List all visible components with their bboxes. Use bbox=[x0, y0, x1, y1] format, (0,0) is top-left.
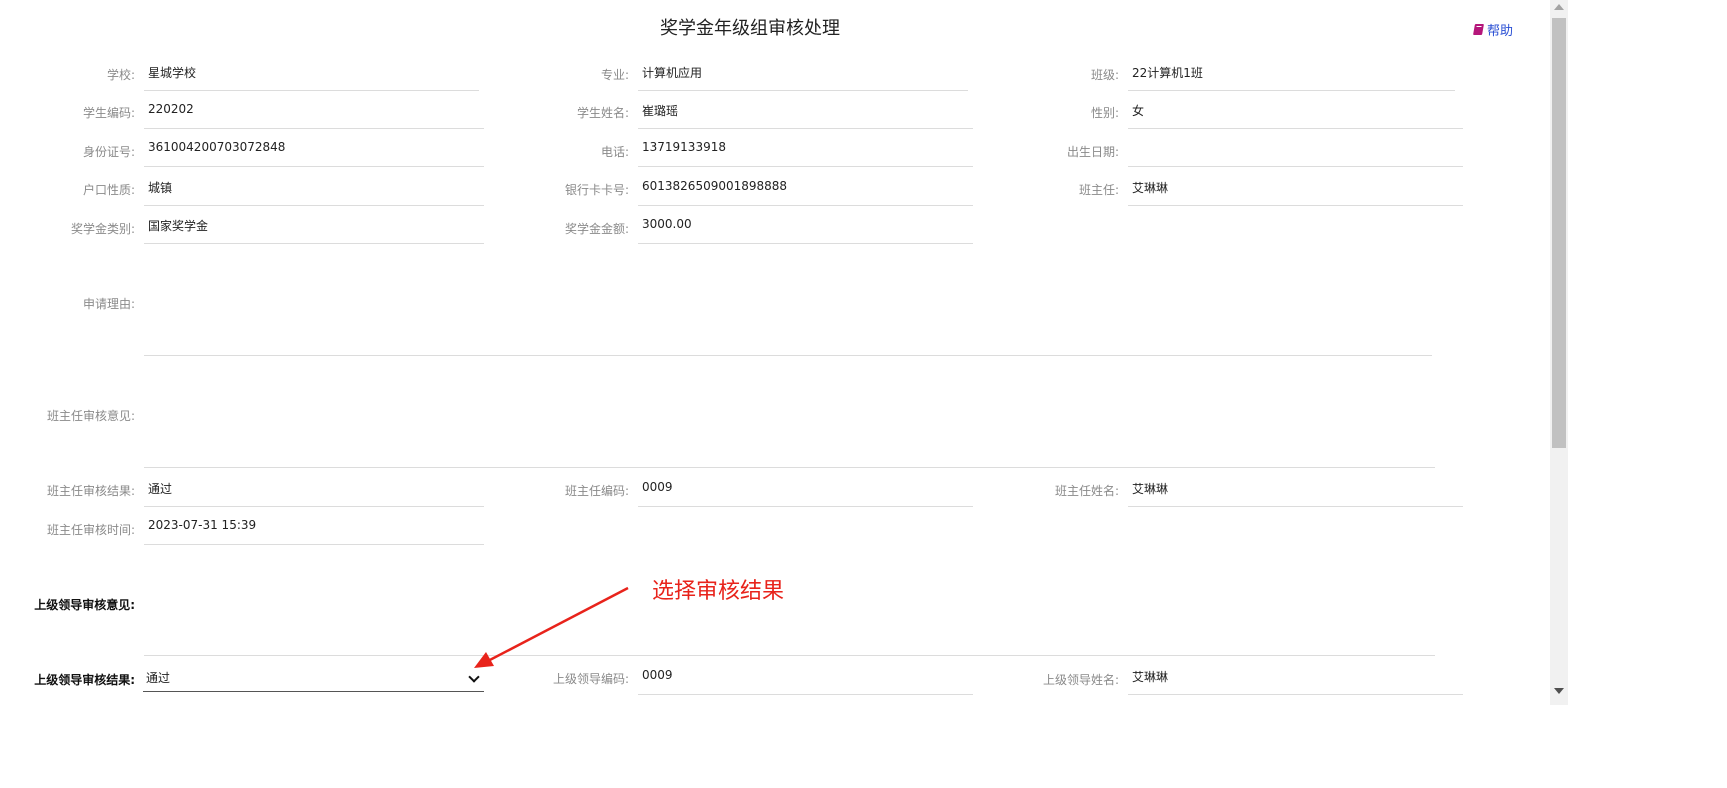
scrollbar-thumb[interactable] bbox=[1552, 18, 1566, 448]
annotation-arrow-icon bbox=[474, 586, 629, 668]
scroll-down-icon[interactable] bbox=[1554, 688, 1564, 694]
scroll-up-icon[interactable] bbox=[1554, 4, 1564, 10]
